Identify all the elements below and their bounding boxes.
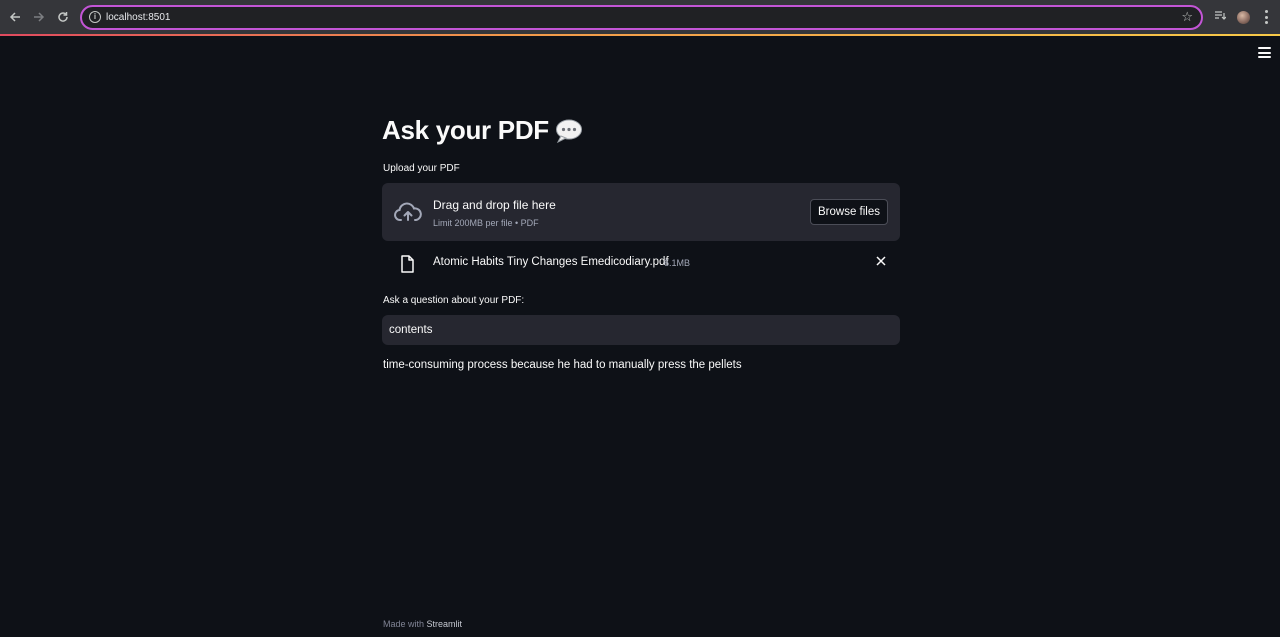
- answer-text: time-consuming process because he had to…: [383, 359, 742, 371]
- dropzone-limit: Limit 200MB per file • PDF: [433, 218, 539, 228]
- cloud-upload-icon: [394, 202, 422, 222]
- browse-files-button[interactable]: Browse files: [810, 199, 888, 225]
- close-icon[interactable]: [874, 254, 888, 268]
- question-input[interactable]: [382, 315, 900, 345]
- menu-dots-icon[interactable]: [1264, 10, 1268, 24]
- file-icon: [400, 255, 415, 273]
- forward-icon[interactable]: [30, 8, 48, 26]
- back-icon[interactable]: [6, 8, 24, 26]
- uploaded-file-size: 6.1MB: [664, 258, 691, 268]
- file-dropzone[interactable]: Drag and drop file here Limit 200MB per …: [382, 183, 900, 241]
- footer: Made with Streamlit: [383, 619, 462, 629]
- browser-toolbar: i localhost:8501 ☆: [0, 0, 1280, 35]
- page-title-text: Ask your PDF: [382, 115, 549, 145]
- reload-icon[interactable]: [54, 8, 72, 26]
- address-bar[interactable]: i localhost:8501 ☆: [80, 5, 1203, 30]
- star-icon[interactable]: ☆: [1181, 9, 1193, 25]
- footer-streamlit-link[interactable]: Streamlit: [427, 619, 463, 629]
- speech-balloon-icon: [555, 119, 582, 143]
- uploaded-file-name: Atomic Habits Tiny Changes Emedicodiary.…: [433, 256, 669, 268]
- uploaded-file-row: Atomic Habits Tiny Changes Emedicodiary.…: [382, 250, 900, 276]
- dropzone-instructions: Drag and drop file here: [433, 198, 556, 212]
- hamburger-icon[interactable]: [1258, 47, 1271, 58]
- address-bar-url[interactable]: localhost:8501: [106, 11, 171, 24]
- reading-list-icon[interactable]: [1212, 9, 1228, 25]
- toolbar-accent-line: [0, 34, 1280, 36]
- upload-label: Upload your PDF: [383, 163, 460, 174]
- profile-avatar[interactable]: [1237, 11, 1250, 24]
- info-icon[interactable]: i: [89, 11, 101, 23]
- footer-prefix: Made with: [383, 619, 425, 629]
- page-title: Ask your PDF: [382, 115, 582, 146]
- question-label: Ask a question about your PDF:: [383, 295, 525, 306]
